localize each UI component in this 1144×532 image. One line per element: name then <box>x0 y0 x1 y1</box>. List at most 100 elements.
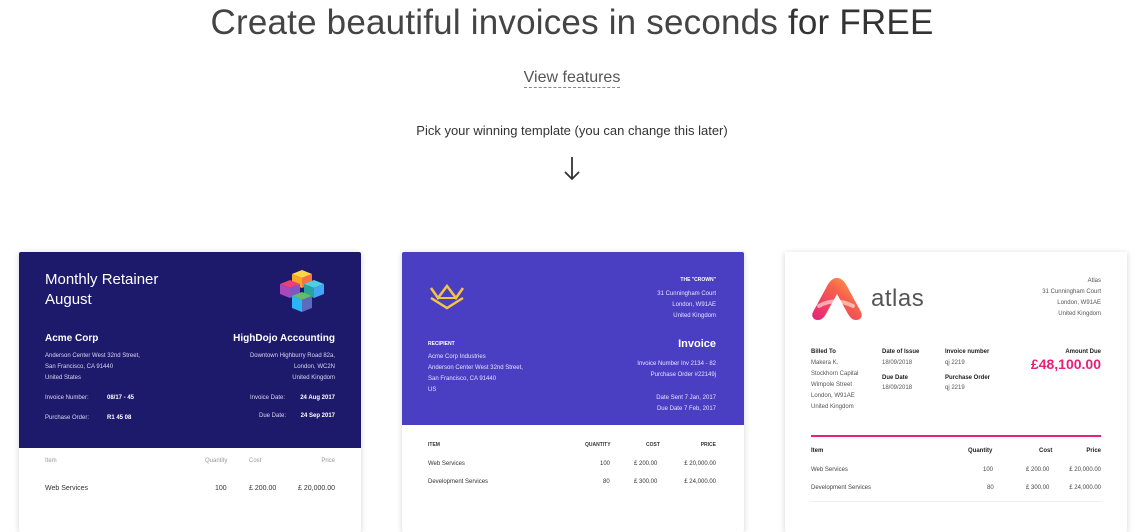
hero-title-bold: for FREE <box>787 3 934 42</box>
row-cost: £ 300.00 <box>1026 485 1050 491</box>
to-company-name: HighDojo Accounting <box>233 333 335 344</box>
hero-title-light: Create beautiful invoices in seconds <box>210 3 779 42</box>
purchase-order: R1 45 08 <box>107 415 132 421</box>
invoice-number: qj 2219 <box>945 360 965 366</box>
invoice-number-value: 08/17 - 45 <box>107 395 134 401</box>
col-price: Price <box>321 458 335 464</box>
accent-divider <box>811 435 1101 437</box>
recipient-label: RECIPIENT <box>428 341 455 347</box>
row-divider <box>811 501 1101 502</box>
atlas-logo-icon <box>812 278 862 320</box>
due-date-label: Due Date <box>882 375 909 381</box>
template-card-retainer[interactable]: Monthly Retainer August Acme Corp Anders… <box>19 252 361 532</box>
col-item: Item <box>45 458 57 464</box>
company-address: Atlas 31 Cunningham Court London, W91AE … <box>1042 276 1101 320</box>
invoice-date-value: 24 Aug 2017 <box>300 395 335 401</box>
row-item: Development Services <box>811 485 872 491</box>
billed-address-line: London, W91AE <box>811 393 855 399</box>
row-price: £ 24,000.00 <box>684 479 716 485</box>
row-price: £ 24,000.00 <box>1069 485 1101 491</box>
row-quantity: 80 <box>987 485 994 491</box>
col-quantity: QUANTITY <box>585 442 611 448</box>
invoice-number-label: Invoice number <box>945 349 990 355</box>
from-address-line: Anderson Center West 32nd Street, <box>45 353 140 359</box>
due-date-label: Due Date: <box>259 413 287 419</box>
due-date-line: Due Date 7 Feb, 2017 <box>656 406 716 412</box>
invoice-number: 08/17 - 45 <box>107 395 135 401</box>
billed-address-line: Wimpole Street <box>811 382 853 388</box>
invoice-title: Monthly Retainer August <box>45 270 158 310</box>
row-quantity: 100 <box>215 485 227 492</box>
col-cost: Cost <box>1039 448 1053 454</box>
row-cost: £ 200.00 <box>1026 467 1050 473</box>
invoice-date-label: Invoice Date: <box>250 395 286 401</box>
col-cost: COST <box>646 442 660 448</box>
arrow-down-icon <box>564 157 580 181</box>
row-item: Web Services <box>428 461 465 467</box>
billed-to-address: Makera K. Stockhorn Capital Wimpole Stre… <box>811 358 858 413</box>
to-address-line: United Kingdom <box>292 375 335 381</box>
company-address-line: 31 Cunningham Court <box>657 291 716 297</box>
row-price: £ 20,000.00 <box>684 461 716 467</box>
amount-due: £48,100.00 <box>1030 356 1101 372</box>
template-card-crown[interactable]: THE "CROWN" 31 Cunningham Court London, … <box>402 252 744 532</box>
row-price: £ 20,000.00 <box>1069 467 1101 473</box>
cubes-logo-icon <box>280 270 324 312</box>
company-address-line: London, W91AE <box>1057 300 1101 306</box>
to-address-line: Downtown Highburry Road 82a, <box>249 353 335 359</box>
date-of-issue: 18/09/2018 <box>882 360 913 366</box>
purchase-order-line: Purchase Order #22149j <box>650 372 716 378</box>
row-price: £ 20,000.00 <box>298 485 335 492</box>
row-cost: £ 200.00 <box>249 485 277 492</box>
from-address-line: San Francisco, CA 91440 <box>45 364 114 370</box>
card-header: THE "CROWN" 31 Cunningham Court London, … <box>402 252 744 425</box>
to-address-line: London, WC2N <box>293 364 335 370</box>
row-quantity: 100 <box>600 461 611 467</box>
company-name: Atlas <box>1087 278 1101 284</box>
row-cost: £ 300.00 <box>634 479 658 485</box>
col-quantity: Quantity <box>205 458 228 464</box>
purchase-order: qj 2219 <box>945 385 965 391</box>
billed-address-line: United Kingdom <box>811 404 854 410</box>
col-price: PRICE <box>700 442 716 448</box>
purchase-order-label: Purchase Order: <box>45 415 90 421</box>
recipient-address-line: US <box>428 387 437 393</box>
brand-name: atlas <box>871 285 925 312</box>
title-line-1: Monthly Retainer <box>45 271 159 288</box>
from-company-name: Acme Corp <box>45 333 99 344</box>
invoice-title: Invoice <box>678 338 716 350</box>
company-address-line: London, W91AE <box>672 302 716 308</box>
recipient-address-line: San Francisco, CA 91440 <box>428 376 497 382</box>
recipient-address: Acme Corp Industries Anderson Center Wes… <box>428 352 523 396</box>
template-card-atlas[interactable]: atlas Atlas 31 Cunningham Court London, … <box>785 252 1127 532</box>
company-address-line: 31 Cunningham Court <box>1042 289 1101 295</box>
pick-template-text: Pick your winning template (you can chan… <box>416 123 728 138</box>
due-date: 18/09/2018 <box>882 385 913 391</box>
purchase-order-label: Purchase Order <box>945 375 991 381</box>
view-features-link[interactable]: View features <box>523 69 621 88</box>
row-quantity: 100 <box>983 467 994 473</box>
recipient-address-line: Anderson Center West 32nd Street, <box>428 365 523 371</box>
invoice-number-label: Invoice Number: <box>45 395 89 401</box>
recipient-address-line: Acme Corp Industries <box>428 354 486 360</box>
row-cost: £ 200.00 <box>634 461 658 467</box>
from-address-line: United States <box>45 375 82 381</box>
due-date: 24 Sep 2017 <box>300 413 335 419</box>
company-name: THE "CROWN" <box>680 277 716 283</box>
amount-due-label: Amount Due <box>1065 349 1101 355</box>
date-of-issue-label: Date of Issue <box>882 349 920 355</box>
invoice-number-line: Invoice Number Inv 2134 - 82 <box>637 361 716 367</box>
billed-address-line: Stockhorn Capital <box>811 371 859 377</box>
col-item: ITEM <box>428 442 440 448</box>
row-item: Web Services <box>45 485 89 492</box>
crown-logo-icon <box>429 283 465 310</box>
view-features-wrap: View features <box>0 69 1144 88</box>
card-header: Monthly Retainer August Acme Corp Anders… <box>19 252 361 448</box>
col-quantity: Quantity <box>968 448 993 454</box>
row-item: Web Services <box>811 467 848 473</box>
col-price: Price <box>1086 448 1101 454</box>
purchase-order-value: R1 45 08 <box>107 415 131 421</box>
company-address-line: United Kingdom <box>673 313 716 319</box>
title-line-2: August <box>45 291 92 308</box>
billed-address-line: Makera K. <box>811 360 839 366</box>
